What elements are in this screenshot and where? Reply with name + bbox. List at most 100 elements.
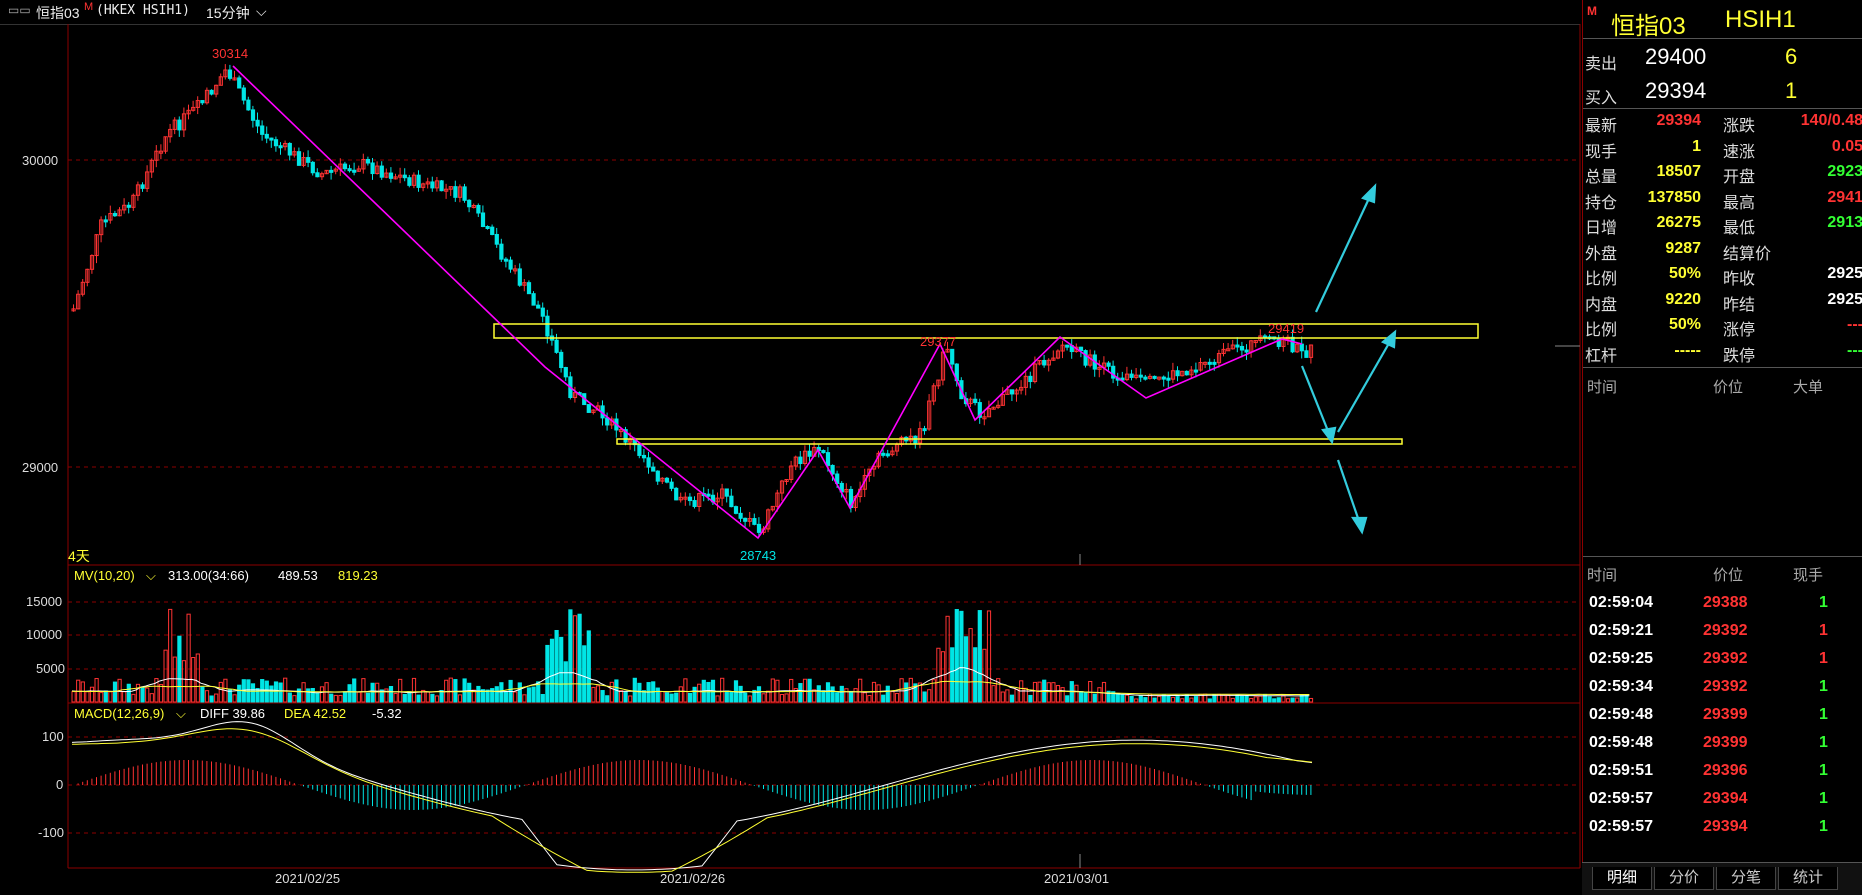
tick-row[interactable]: 02:59:51 29396 1 (1583, 760, 1862, 788)
tick-qty: 1 (1819, 622, 1828, 639)
volume-bar (416, 694, 421, 703)
tick-row[interactable]: 02:59:04 29388 1 (1583, 592, 1862, 620)
volume-bar (582, 645, 587, 703)
tick-header-qty: 现手 (1793, 567, 1824, 584)
candle (922, 428, 927, 432)
chart-menu-icon[interactable]: ▭▭ (8, 3, 31, 17)
volume-indicator-name[interactable]: MV(10,20) (74, 568, 135, 583)
macd-dea-value: DEA 42.52 (284, 706, 347, 721)
volume-bar (1239, 695, 1245, 703)
volume-bar (821, 690, 826, 703)
macd-dea-line (71, 728, 1313, 873)
tick-row[interactable]: 02:59:34 29392 1 (1583, 676, 1862, 704)
volume-bar (1092, 693, 1097, 703)
tick-row[interactable]: 02:59:25 29392 1 (1583, 648, 1862, 676)
candle (250, 109, 256, 121)
candle (605, 417, 610, 426)
volume-bar (559, 636, 564, 703)
volume-bar (844, 688, 849, 703)
volume-bar (899, 678, 904, 703)
candle (692, 500, 697, 507)
candle (752, 518, 757, 525)
tick-row[interactable]: 02:59:48 29399 1 (1583, 704, 1862, 732)
volume-bar (370, 682, 375, 703)
chart-canvas[interactable] (0, 24, 1582, 894)
tab-trades[interactable]: 分笔 (1716, 867, 1776, 890)
resistance-box[interactable] (493, 323, 1479, 339)
quote-label: 涨停 (1723, 322, 1756, 339)
candle (227, 69, 233, 79)
volume-bar (1281, 695, 1286, 703)
candle (273, 139, 279, 147)
quote-code: HSIH1 (1725, 6, 1796, 33)
volume-bar (798, 683, 803, 703)
volume-bar (591, 686, 596, 703)
candle (1129, 373, 1134, 378)
volume-bar (779, 694, 785, 703)
candle (729, 495, 734, 508)
candle (260, 125, 265, 135)
candle (370, 162, 375, 175)
quote-value: 26275 (1656, 214, 1702, 231)
volume-bar (131, 693, 136, 703)
forecast-arrows[interactable] (1300, 183, 1397, 535)
volume-bar (1037, 681, 1042, 703)
tab-detail[interactable]: 明细 (1592, 867, 1652, 890)
chevron-down-icon[interactable]: ⌵ (176, 706, 186, 722)
support-box[interactable] (616, 438, 1403, 445)
tick-row[interactable]: 02:59:21 29392 1 (1583, 620, 1862, 648)
volume-bar (876, 684, 881, 703)
candle (287, 142, 292, 156)
volume-bar (1028, 694, 1033, 703)
sell-qty: 6 (1785, 44, 1798, 69)
tick-row[interactable]: 02:59:57 29394 1 (1583, 788, 1862, 816)
detail-tabs: 明细 分价 分笔 统计 (1582, 862, 1862, 895)
price-label-30000: 30000 (22, 153, 59, 168)
tick-price: 29399 (1703, 734, 1748, 751)
candle (499, 243, 504, 260)
volume-bar (1115, 693, 1120, 703)
quote-value: --- (1847, 341, 1862, 359)
volume-bar (1166, 695, 1171, 703)
volume-bar (595, 685, 601, 703)
volume-bar (1101, 681, 1107, 703)
volume-bar (991, 685, 996, 703)
volume-bar (1295, 697, 1300, 703)
volume-bar (927, 689, 932, 703)
tick-price: 29388 (1703, 594, 1748, 611)
volume-axis-5000: 5000 (36, 661, 65, 676)
tab-price-dist[interactable]: 分价 (1654, 867, 1714, 890)
volume-bar (853, 688, 858, 703)
candle (554, 339, 559, 353)
candle (1143, 376, 1148, 380)
date-label: 2021/02/25 (275, 871, 341, 886)
tick-row[interactable]: 02:59:48 29399 1 (1583, 732, 1862, 760)
volume-bar (255, 688, 260, 703)
tick-header-price: 价位 (1713, 567, 1744, 584)
tab-stats[interactable]: 统计 (1778, 867, 1838, 890)
quote-label: 跌停 (1723, 347, 1756, 365)
period-selector[interactable]: 15分钟 (206, 3, 250, 23)
candle (329, 169, 334, 173)
tick-time: 02:59:48 (1589, 706, 1654, 723)
volume-bar (181, 660, 187, 703)
candle (1138, 374, 1143, 378)
candle (453, 186, 458, 198)
volume-bar (549, 638, 555, 703)
macd-indicator-name[interactable]: MACD(12,26,9) (74, 706, 164, 721)
volume-bar (1143, 697, 1148, 703)
volume-bar (273, 681, 279, 703)
chevron-down-icon[interactable]: ⌵ (146, 568, 156, 584)
chevron-down-icon[interactable]: ⌵ (256, 3, 267, 20)
volume-bar (609, 681, 614, 703)
volume-bar (292, 695, 297, 703)
quote-value: 140/0.48 (1800, 112, 1862, 129)
volume-bar (145, 687, 150, 703)
volume-bar (1157, 695, 1162, 703)
quote-value: 18507 (1656, 163, 1702, 180)
volume-axis-15000: 15000 (26, 594, 63, 609)
volume-bar (177, 635, 182, 703)
tick-row[interactable]: 02:59:57 29394 1 (1583, 816, 1862, 844)
candle (821, 450, 826, 454)
quote-value: 137850 (1647, 188, 1701, 206)
